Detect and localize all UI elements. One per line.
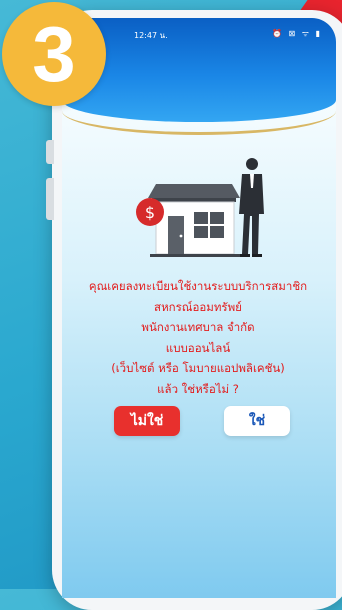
question-line: (เว็บไซต์ หรือ โมบายแอปพลิเคชัน) <box>111 361 285 376</box>
phone-side-button <box>46 178 54 220</box>
person-head <box>246 158 258 170</box>
status-icons: ⏰ ⊠ ᯤ ▮ <box>272 29 322 38</box>
house-businessman-dollar-icon: $ <box>136 158 264 257</box>
dollar-symbol: $ <box>145 203 155 222</box>
phone-side-button <box>46 140 54 164</box>
house-roof <box>148 184 240 198</box>
yes-button[interactable]: ใช่ <box>224 406 290 436</box>
house-eave <box>152 198 236 202</box>
step-number-badge: 3 <box>2 2 106 106</box>
no-button[interactable]: ไม่ใช่ <box>114 406 180 436</box>
question-line: สหกรณ์ออมทรัพย์ <box>154 299 242 314</box>
registration-question: คุณเคยลงทะเบียนใช้งานระบบบริการสมาชิก สห… <box>70 276 326 400</box>
door-knob <box>179 234 183 238</box>
status-time: 12:47 น. <box>134 31 168 40</box>
house-ground <box>150 254 242 257</box>
question-line: คุณเคยลงทะเบียนใช้งานระบบบริการสมาชิก <box>88 279 308 293</box>
question-line: แบบออนไลน์ <box>165 340 231 355</box>
question-line: แล้ว ใช่หรือไม่ ? <box>157 381 239 396</box>
header-gold-curve <box>62 102 336 135</box>
question-line: พนักงานเทศบาล จำกัด <box>141 320 255 335</box>
